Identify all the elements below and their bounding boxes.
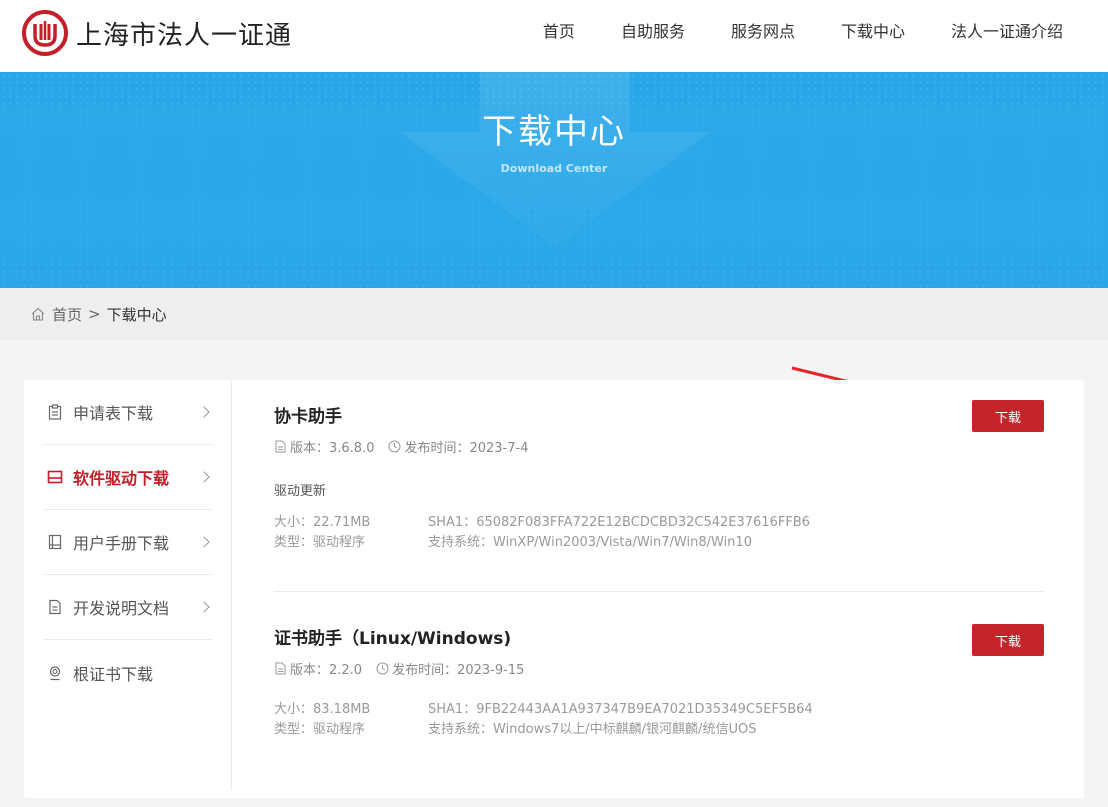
download-button[interactable]: 下载 <box>972 400 1044 432</box>
download-item: 协卡助手 版本：3.6.8.0 发布时间：2023-7-4 驱动更新 大小：22… <box>274 400 1044 553</box>
item-type: 类型：驱动程序 <box>274 535 366 550</box>
clipboard-icon <box>48 404 62 420</box>
sidebar-item-label: 用户手册下载 <box>73 534 170 553</box>
item-note: 驱动更新 <box>274 484 327 499</box>
nav-about[interactable]: 法人一证通介绍 <box>951 18 1063 46</box>
sidebar-item-label: 根证书下载 <box>73 664 154 684</box>
divider <box>274 591 1044 592</box>
download-button[interactable]: 下载 <box>972 624 1044 656</box>
download-item: 证书助手（Linux/Windows) 版本：2.2.0 发布时间：2023-9… <box>274 624 1044 740</box>
download-panel: 申请表下载 软件驱动下载 用户手册下载 开发说明文档 根证书下载 协卡助手 版本… <box>24 380 1084 798</box>
banner-title: 下载中心 <box>482 112 626 152</box>
chevron-right-icon <box>198 601 210 613</box>
item-version: 版本：3.6.8.0 <box>274 437 374 456</box>
item-details: 大小：83.18MB SHA1：9FB22443AA1A937347B9EA702… <box>274 700 1044 740</box>
breadcrumb-current: 下载中心 <box>106 305 167 324</box>
item-size: 大小：83.18MB <box>274 702 371 717</box>
sidebar-item-root-certificate[interactable]: 根证书下载 <box>44 640 212 705</box>
item-release-date: 发布时间：2023-7-4 <box>388 437 529 456</box>
book-icon <box>48 534 62 550</box>
sidebar-item-application-forms[interactable]: 申请表下载 <box>44 380 212 445</box>
site-logo[interactable]: 上海市法人一证通 <box>22 10 292 56</box>
site-header: 上海市法人一证通 首页 自助服务 服务网点 下载中心 法人一证通介绍 <box>0 0 1108 72</box>
nav-download-center[interactable]: 下载中心 <box>841 18 905 46</box>
sidebar-item-dev-docs[interactable]: 开发说明文档 <box>44 575 212 640</box>
sidebar-item-label: 开发说明文档 <box>73 599 170 618</box>
logo-emblem-icon <box>22 10 68 56</box>
clock-icon <box>376 662 389 675</box>
site-title: 上海市法人一证通 <box>76 20 293 51</box>
item-title: 证书助手（Linux/Windows) <box>274 629 512 649</box>
breadcrumb-separator: > <box>88 305 101 323</box>
breadcrumb: 首页 > 下载中心 <box>0 288 1108 340</box>
breadcrumb-home[interactable]: 首页 <box>52 304 82 325</box>
chevron-right-icon <box>198 536 210 548</box>
item-supported-os: 支持系统：WinXP/Win2003/Vista/Win7/Win8/Win10 <box>428 535 752 550</box>
file-icon <box>275 662 286 675</box>
nav-service-outlets[interactable]: 服务网点 <box>731 18 795 46</box>
badge-icon <box>49 665 61 680</box>
chevron-right-icon <box>198 471 210 483</box>
page-banner: 下载中心 Download Center <box>0 72 1108 288</box>
item-sha1: SHA1：9FB22443AA1A937347B9EA7021D35349C5E… <box>428 702 813 717</box>
document-icon <box>49 599 61 615</box>
item-title: 协卡助手 <box>274 407 342 427</box>
item-details: 大小：22.71MB SHA1：65082F083FFA722E12BCDCBD3… <box>274 513 1044 553</box>
home-icon <box>31 307 45 321</box>
item-size: 大小：22.71MB <box>274 515 371 530</box>
sidebar-item-label: 软件驱动下载 <box>73 469 170 488</box>
sidebar-item-software-drivers[interactable]: 软件驱动下载 <box>44 445 212 510</box>
sidebar-item-user-manuals[interactable]: 用户手册下载 <box>44 510 212 575</box>
chevron-right-icon <box>198 406 210 418</box>
category-sidebar: 申请表下载 软件驱动下载 用户手册下载 开发说明文档 根证书下载 <box>24 380 232 790</box>
sidebar-item-label: 申请表下载 <box>73 404 154 423</box>
clock-icon <box>388 440 401 453</box>
item-sha1: SHA1：65082F083FFA722E12BCDCBD32C542E3761… <box>428 515 810 530</box>
nav-home[interactable]: 首页 <box>543 18 575 46</box>
download-arrow-graphic <box>400 72 710 247</box>
monitor-icon <box>47 470 63 484</box>
item-supported-os: 支持系统：Windows7以上/中标麒麟/银河麒麟/统信UOS <box>428 722 757 737</box>
nav-self-service[interactable]: 自助服务 <box>621 18 685 46</box>
main-nav: 首页 自助服务 服务网点 下载中心 法人一证通介绍 <box>543 18 1063 46</box>
item-version: 版本：2.2.0 <box>274 659 362 678</box>
item-release-date: 发布时间：2023-9-15 <box>376 659 524 678</box>
item-type: 类型：驱动程序 <box>274 722 366 737</box>
banner-subtitle: Download Center <box>500 162 608 175</box>
file-icon <box>275 440 286 453</box>
